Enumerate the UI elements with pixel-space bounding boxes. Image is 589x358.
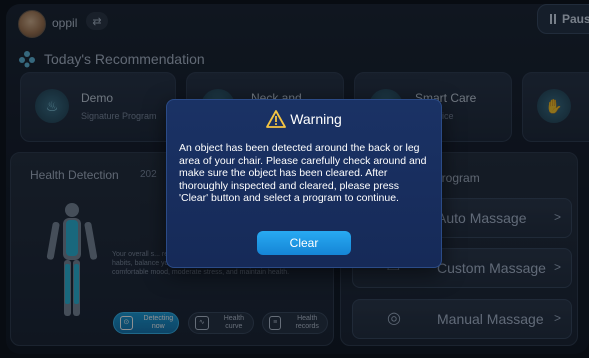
dialog-message: An object has been detected around the b… [179, 142, 427, 204]
warning-dialog: Warning An object has been detected arou… [166, 99, 442, 268]
dialog-title: Warning [290, 111, 342, 127]
clear-button[interactable]: Clear [257, 231, 351, 255]
warning-icon [266, 110, 287, 128]
dialog-header: Warning [167, 110, 441, 128]
